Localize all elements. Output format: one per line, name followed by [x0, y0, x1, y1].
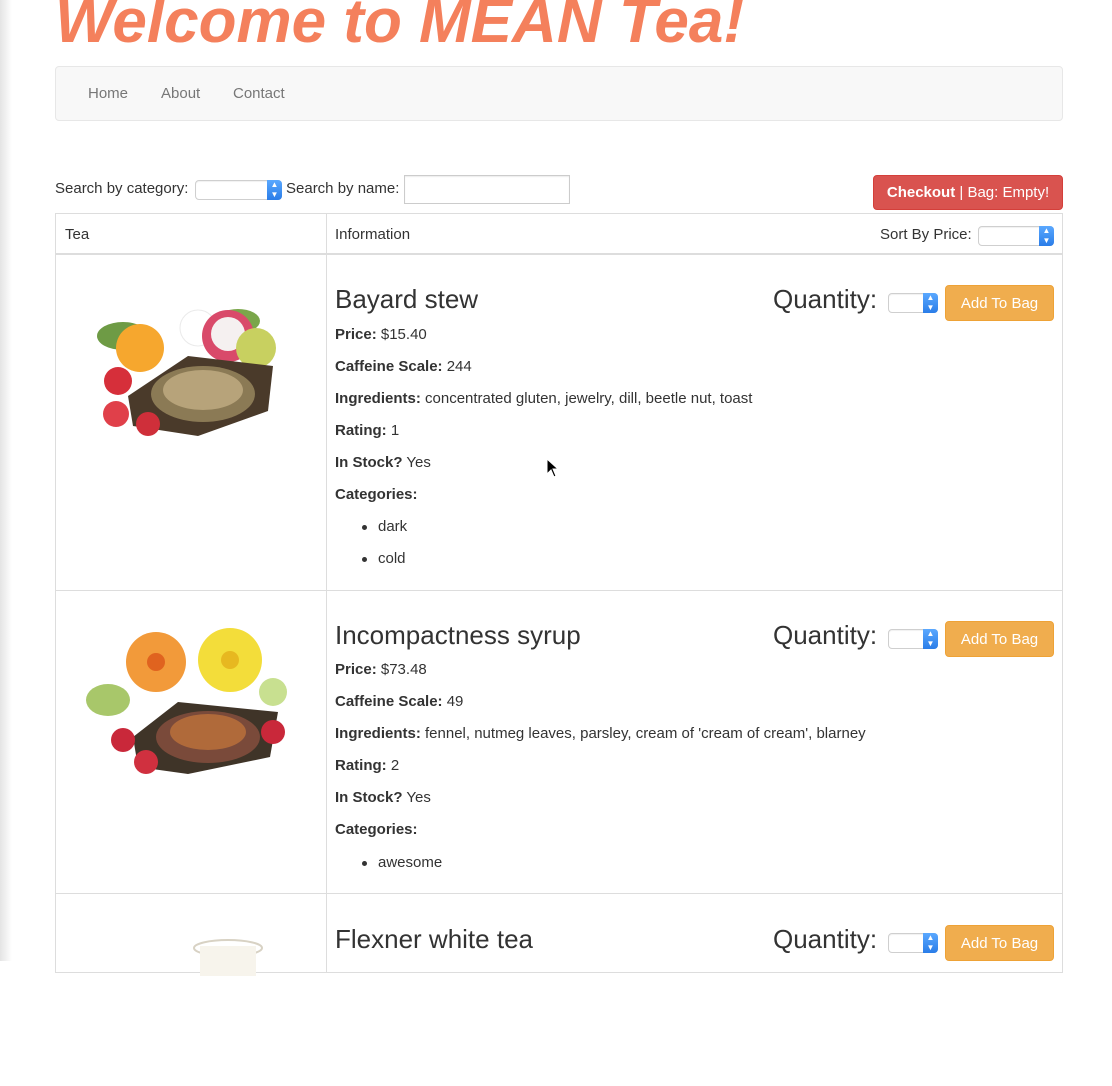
- category-select[interactable]: ▲ ▼: [195, 180, 282, 200]
- ingredients-line: Ingredients: concentrated gluten, jewelr…: [335, 390, 753, 407]
- category-item: cold: [362, 550, 406, 567]
- ingredients-line: Ingredients: fennel, nutmeg leaves, pars…: [335, 725, 866, 742]
- page-title: Welcome to MEAN Tea!: [55, 0, 744, 56]
- quantity-label: Quantity:: [773, 924, 878, 954]
- category-item: awesome: [361, 854, 443, 871]
- tea-name: Incompactness syrup: [335, 620, 581, 650]
- price-line: Price: $15.40: [335, 326, 427, 343]
- nav-home-link[interactable]: Home: [88, 85, 128, 102]
- left-edge-shadow: [0, 0, 12, 961]
- tea-image-flexner-white-tea: [193, 939, 263, 976]
- quantity-select[interactable]: ▲ ▼: [888, 933, 938, 953]
- row-divider: [56, 590, 1062, 591]
- caffeine-line: Caffeine Scale: 244: [335, 358, 472, 375]
- name-search-input[interactable]: [404, 175, 570, 204]
- header-divider: [56, 253, 1062, 255]
- rating-line: Rating: 1: [335, 422, 400, 439]
- name-search-label: Search by name:: [286, 180, 400, 197]
- mouse-cursor-icon: [546, 458, 560, 478]
- tea-name: Flexner white tea: [335, 924, 533, 954]
- checkout-label: Checkout: [886, 184, 956, 201]
- category-search-label: Search by category:: [55, 180, 189, 197]
- category-item: dark: [361, 518, 408, 535]
- price-line: Price: $73.48: [335, 661, 427, 678]
- tea-image-incompactness-syrup: [86, 628, 287, 774]
- header-information: Information: [335, 226, 411, 243]
- quantity-label: Quantity:: [773, 620, 878, 650]
- in-stock-line: In Stock? Yes: [335, 789, 431, 806]
- checkout-button[interactable]: Checkout | Bag: Empty!: [873, 175, 1063, 210]
- caffeine-line: Caffeine Scale: 49: [335, 693, 464, 710]
- sort-by-price-label: Sort By Price:: [880, 226, 972, 243]
- in-stock-line: In Stock? Yes: [335, 454, 431, 471]
- sort-price-select[interactable]: ▲ ▼: [978, 226, 1054, 246]
- quantity-label: Quantity:: [773, 284, 878, 314]
- select-arrows-icon: ▲ ▼: [923, 933, 938, 953]
- quantity-select[interactable]: ▲ ▼: [888, 293, 938, 313]
- add-to-bag-button[interactable]: Add To Bag: [945, 925, 1054, 961]
- tea-name: Bayard stew: [335, 284, 479, 314]
- add-to-bag-button[interactable]: Add To Bag: [945, 285, 1054, 321]
- header-tea: Tea: [65, 226, 90, 243]
- rating-line: Rating: 2: [335, 757, 400, 774]
- quantity-select[interactable]: ▲ ▼: [888, 629, 938, 649]
- nav-contact-link[interactable]: Contact: [233, 85, 285, 102]
- categories-label: Categories:: [335, 821, 418, 838]
- select-arrows-icon: ▲ ▼: [1039, 226, 1054, 246]
- column-divider: [326, 214, 327, 972]
- bag-status: | Bag: Empty!: [959, 184, 1050, 201]
- tea-image-bayard-stew: [97, 309, 276, 436]
- select-arrows-icon: ▲ ▼: [267, 180, 282, 200]
- row-divider: [56, 893, 1062, 894]
- add-to-bag-button[interactable]: Add To Bag: [945, 621, 1054, 657]
- tea-table: Tea Information Sort By Price: ▲ ▼ Bayard…: [55, 213, 1063, 976]
- navbar: Home About Contact: [55, 66, 1063, 121]
- categories-label: Categories:: [335, 486, 418, 503]
- select-arrows-icon: ▲ ▼: [923, 293, 938, 313]
- nav-about-link[interactable]: About: [161, 85, 200, 102]
- select-arrows-icon: ▲ ▼: [923, 629, 938, 649]
